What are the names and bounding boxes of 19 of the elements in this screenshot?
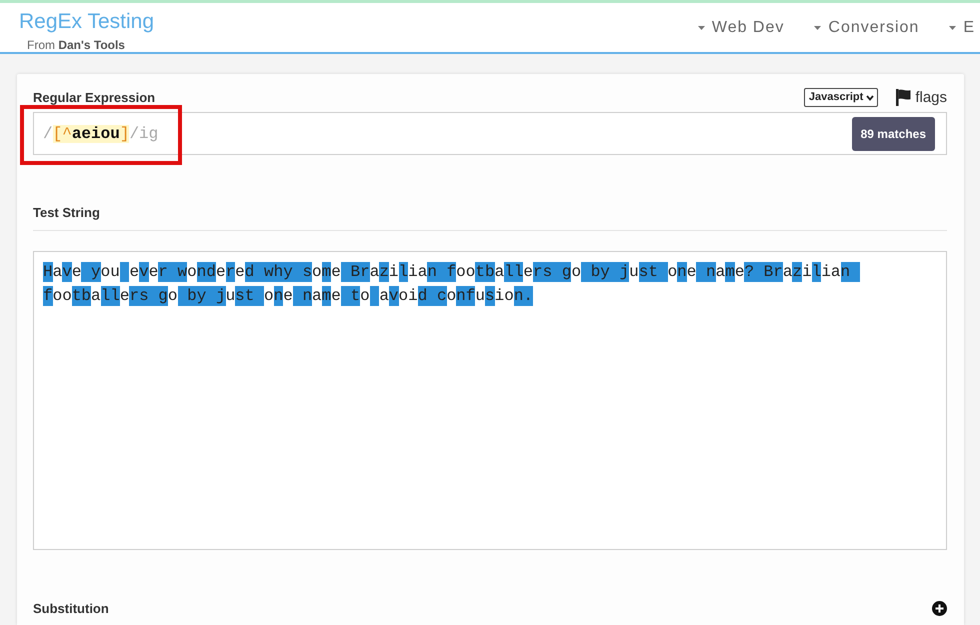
flag-icon — [896, 89, 912, 106]
section-label: Substitution — [33, 601, 109, 616]
site-title: RegEx Testing — [19, 11, 154, 34]
nav-menu-item[interactable]: Conversion — [814, 18, 920, 37]
caret-icon — [949, 26, 956, 30]
site-subtitle: From Dan's Tools — [27, 39, 125, 52]
flags-button[interactable]: flags — [896, 88, 947, 106]
plus-circle-icon[interactable] — [932, 601, 947, 616]
regex-text: /[^aeiou]/ig — [43, 124, 158, 144]
match-count: 89 matches — [852, 116, 935, 150]
chevron-down-icon — [866, 94, 874, 100]
regex-input-field[interactable]: /[^aeiou]/ig 89 matches — [33, 112, 947, 155]
caret-icon — [698, 26, 705, 30]
nav-menu-item[interactable]: Web Dev — [698, 18, 784, 37]
nav-menu-item[interactable]: E — [949, 18, 975, 37]
language-select[interactable]: Javascript — [804, 88, 878, 107]
section-label: Regular Expression — [33, 90, 156, 105]
caret-icon — [814, 26, 822, 30]
section-label: Test String — [33, 205, 100, 220]
